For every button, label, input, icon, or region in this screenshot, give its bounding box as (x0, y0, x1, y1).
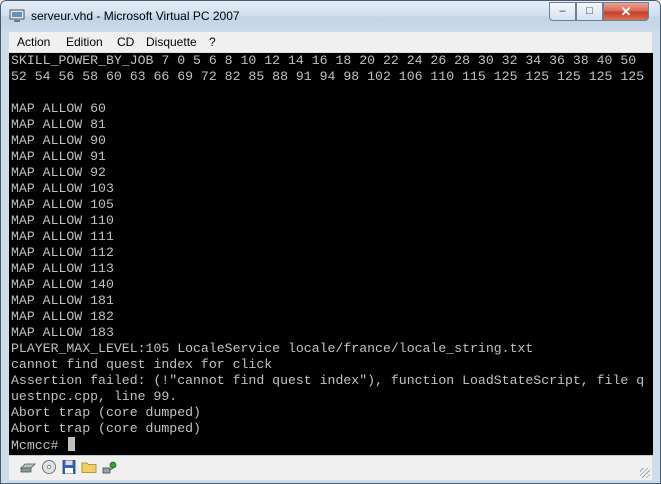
console-line: SKILL_POWER_BY_JOB 7 0 5 6 8 10 12 14 16… (11, 53, 637, 68)
resize-grip[interactable] (640, 468, 650, 478)
console-line: PLAYER_MAX_LEVEL:105 LocaleService local… (11, 341, 534, 356)
hard-disk-icon[interactable] (19, 459, 37, 475)
console-line: MAP ALLOW 105 (11, 197, 114, 212)
console-line: 52 54 56 58 60 63 66 69 72 82 85 88 91 9… (11, 69, 645, 84)
console-line: Abort trap (core dumped) (11, 405, 201, 420)
console-line: MAP ALLOW 110 (11, 213, 114, 228)
console-line: Abort trap (core dumped) (11, 421, 201, 436)
cd-drive-icon[interactable] (40, 459, 58, 475)
virtual-pc-icon (9, 9, 25, 22)
console-line: MAP ALLOW 103 (11, 181, 114, 196)
console-line: MAP ALLOW 90 (11, 133, 106, 148)
vm-console-screen[interactable]: SKILL_POWER_BY_JOB 7 0 5 6 8 10 12 14 16… (9, 53, 653, 455)
menu-cd[interactable]: CD (117, 35, 134, 49)
console-line: MAP ALLOW 91 (11, 149, 106, 164)
maximize-button[interactable]: □ (576, 2, 603, 21)
console-line: cannot find quest index for click (11, 357, 273, 372)
window-title: serveur.vhd - Microsoft Virtual PC 2007 (31, 9, 240, 23)
console-line: MAP ALLOW 140 (11, 277, 114, 292)
text-cursor (68, 437, 76, 451)
virtual-pc-window: serveur.vhd - Microsoft Virtual PC 2007 … (0, 0, 661, 484)
title-bar[interactable]: serveur.vhd - Microsoft Virtual PC 2007 … (1, 1, 660, 31)
console-line: MAP ALLOW 182 (11, 309, 114, 324)
console-line: MAP ALLOW 183 (11, 325, 114, 340)
console-line: Assertion failed: (!"cannot find quest i… (11, 373, 645, 388)
console-output: SKILL_POWER_BY_JOB 7 0 5 6 8 10 12 14 16… (9, 53, 653, 454)
console-line: MAP ALLOW 112 (11, 245, 114, 260)
console-line: MAP ALLOW 81 (11, 117, 106, 132)
console-line: MAP ALLOW 181 (11, 293, 114, 308)
menu-action[interactable]: Action (17, 35, 50, 49)
console-line: uestnpc.cpp, line 99. (11, 389, 178, 404)
menu-disquette[interactable]: Disquette (146, 35, 197, 49)
console-prompt: Mcmcc# (11, 438, 67, 453)
console-line: MAP ALLOW 113 (11, 261, 114, 276)
menu-edition[interactable]: Edition (66, 35, 103, 49)
minimize-button[interactable]: – (549, 2, 576, 21)
close-button[interactable]: ✕ (603, 2, 649, 21)
console-line: MAP ALLOW 60 (11, 101, 106, 116)
console-line: MAP ALLOW 92 (11, 165, 106, 180)
shared-folder-icon[interactable] (80, 459, 98, 475)
floppy-disk-icon[interactable] (60, 459, 78, 475)
status-bar (9, 455, 652, 480)
network-icon[interactable] (101, 459, 119, 475)
menu-bar: Action Edition CD Disquette ? (9, 32, 652, 52)
console-line: MAP ALLOW 111 (11, 229, 114, 244)
menu-help[interactable]: ? (209, 35, 216, 49)
